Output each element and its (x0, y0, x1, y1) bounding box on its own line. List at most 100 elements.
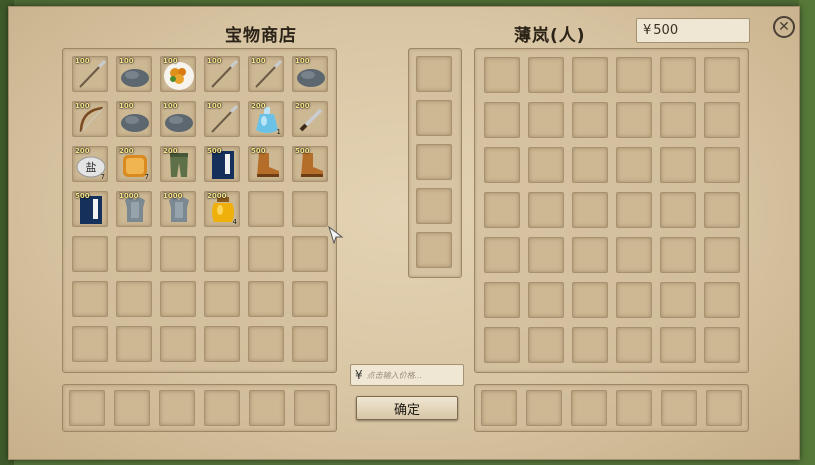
shop-selection-slot[interactable] (204, 390, 240, 426)
shop-item-slot[interactable] (292, 281, 328, 317)
shop-item-slot[interactable]: 100 (116, 56, 152, 92)
player-item-slot[interactable] (660, 237, 696, 273)
player-item-slot[interactable] (616, 57, 652, 93)
shop-selection-slot[interactable] (249, 390, 285, 426)
shop-item-slot[interactable] (292, 236, 328, 272)
player-item-slot[interactable] (704, 57, 740, 93)
shop-item-slot[interactable] (292, 191, 328, 227)
player-selection-slot[interactable] (616, 390, 652, 426)
player-item-slot[interactable] (484, 102, 520, 138)
shop-item-slot[interactable]: 盐 200 7 (72, 146, 108, 182)
player-item-slot[interactable] (704, 102, 740, 138)
trade-slot[interactable] (416, 56, 452, 92)
shop-item-slot[interactable] (72, 281, 108, 317)
player-item-slot[interactable] (660, 192, 696, 228)
player-item-slot[interactable] (660, 102, 696, 138)
player-item-slot[interactable] (528, 327, 564, 363)
player-item-slot[interactable] (484, 192, 520, 228)
trade-slot[interactable] (416, 100, 452, 136)
shop-item-slot[interactable]: 200 7 (116, 146, 152, 182)
player-item-slot[interactable] (704, 237, 740, 273)
shop-item-slot[interactable] (160, 281, 196, 317)
shop-item-slot[interactable]: 100 (204, 101, 240, 137)
shop-item-slot[interactable]: 100 (72, 101, 108, 137)
shop-item-slot[interactable]: 200 1 (248, 101, 284, 137)
shop-item-slot[interactable]: 500 (72, 191, 108, 227)
shop-item-slot[interactable] (204, 236, 240, 272)
shop-item-slot[interactable] (72, 236, 108, 272)
player-item-slot[interactable] (484, 282, 520, 318)
player-item-slot[interactable] (616, 237, 652, 273)
player-item-slot[interactable] (616, 102, 652, 138)
player-item-slot[interactable] (572, 237, 608, 273)
player-item-slot[interactable] (572, 327, 608, 363)
shop-selection-slot[interactable] (294, 390, 330, 426)
player-item-slot[interactable] (528, 282, 564, 318)
shop-item-slot[interactable]: 100 (72, 56, 108, 92)
shop-item-slot[interactable]: 100 (292, 56, 328, 92)
shop-selection-slot[interactable] (114, 390, 150, 426)
shop-item-slot[interactable] (72, 326, 108, 362)
player-item-slot[interactable] (572, 282, 608, 318)
shop-item-slot[interactable]: 100 (160, 56, 196, 92)
player-selection-slot[interactable] (706, 390, 742, 426)
player-item-slot[interactable] (572, 102, 608, 138)
player-item-slot[interactable] (704, 327, 740, 363)
shop-item-slot[interactable] (248, 236, 284, 272)
shop-item-slot[interactable] (160, 236, 196, 272)
shop-item-slot[interactable] (248, 326, 284, 362)
trade-slot[interactable] (416, 232, 452, 268)
player-item-slot[interactable] (484, 237, 520, 273)
shop-item-slot[interactable] (160, 326, 196, 362)
confirm-button[interactable]: 确定 (356, 396, 458, 420)
player-item-slot[interactable] (484, 327, 520, 363)
shop-selection-slot[interactable] (69, 390, 105, 426)
player-selection-slot[interactable] (661, 390, 697, 426)
shop-item-slot[interactable]: 500 (204, 146, 240, 182)
player-item-slot[interactable] (572, 192, 608, 228)
player-item-slot[interactable] (616, 327, 652, 363)
shop-item-slot[interactable]: 100 (116, 101, 152, 137)
player-item-slot[interactable] (528, 192, 564, 228)
player-selection-slot[interactable] (526, 390, 562, 426)
shop-item-slot[interactable]: 2000 4 (204, 191, 240, 227)
player-item-slot[interactable] (528, 147, 564, 183)
player-item-slot[interactable] (704, 147, 740, 183)
player-item-slot[interactable] (704, 192, 740, 228)
shop-selection-slot[interactable] (159, 390, 195, 426)
shop-item-slot[interactable]: 100 (160, 101, 196, 137)
player-item-slot[interactable] (572, 57, 608, 93)
player-item-slot[interactable] (616, 282, 652, 318)
trade-slot[interactable] (416, 188, 452, 224)
player-item-slot[interactable] (660, 282, 696, 318)
shop-item-slot[interactable] (204, 281, 240, 317)
player-item-slot[interactable] (616, 192, 652, 228)
player-item-slot[interactable] (528, 102, 564, 138)
shop-item-slot[interactable] (292, 326, 328, 362)
close-button[interactable]: ✕ (773, 16, 795, 38)
shop-item-slot[interactable]: 500 (292, 146, 328, 182)
player-item-slot[interactable] (528, 237, 564, 273)
player-item-slot[interactable] (660, 327, 696, 363)
shop-item-slot[interactable]: 1000 (116, 191, 152, 227)
shop-item-slot[interactable]: 100 (248, 56, 284, 92)
shop-item-slot[interactable] (248, 281, 284, 317)
shop-item-slot[interactable] (248, 191, 284, 227)
player-item-slot[interactable] (572, 147, 608, 183)
shop-item-slot[interactable] (116, 326, 152, 362)
shop-item-slot[interactable]: 1000 (160, 191, 196, 227)
player-item-slot[interactable] (528, 57, 564, 93)
shop-item-slot[interactable] (116, 281, 152, 317)
shop-item-slot[interactable]: 200 (160, 146, 196, 182)
player-selection-slot[interactable] (571, 390, 607, 426)
player-item-slot[interactable] (660, 57, 696, 93)
player-selection-slot[interactable] (481, 390, 517, 426)
shop-item-slot[interactable]: 500 (248, 146, 284, 182)
trade-slot[interactable] (416, 144, 452, 180)
shop-item-slot[interactable]: 200 (292, 101, 328, 137)
shop-item-slot[interactable] (204, 326, 240, 362)
shop-item-slot[interactable]: 100 (204, 56, 240, 92)
shop-item-slot[interactable] (116, 236, 152, 272)
player-item-slot[interactable] (616, 147, 652, 183)
player-item-slot[interactable] (660, 147, 696, 183)
